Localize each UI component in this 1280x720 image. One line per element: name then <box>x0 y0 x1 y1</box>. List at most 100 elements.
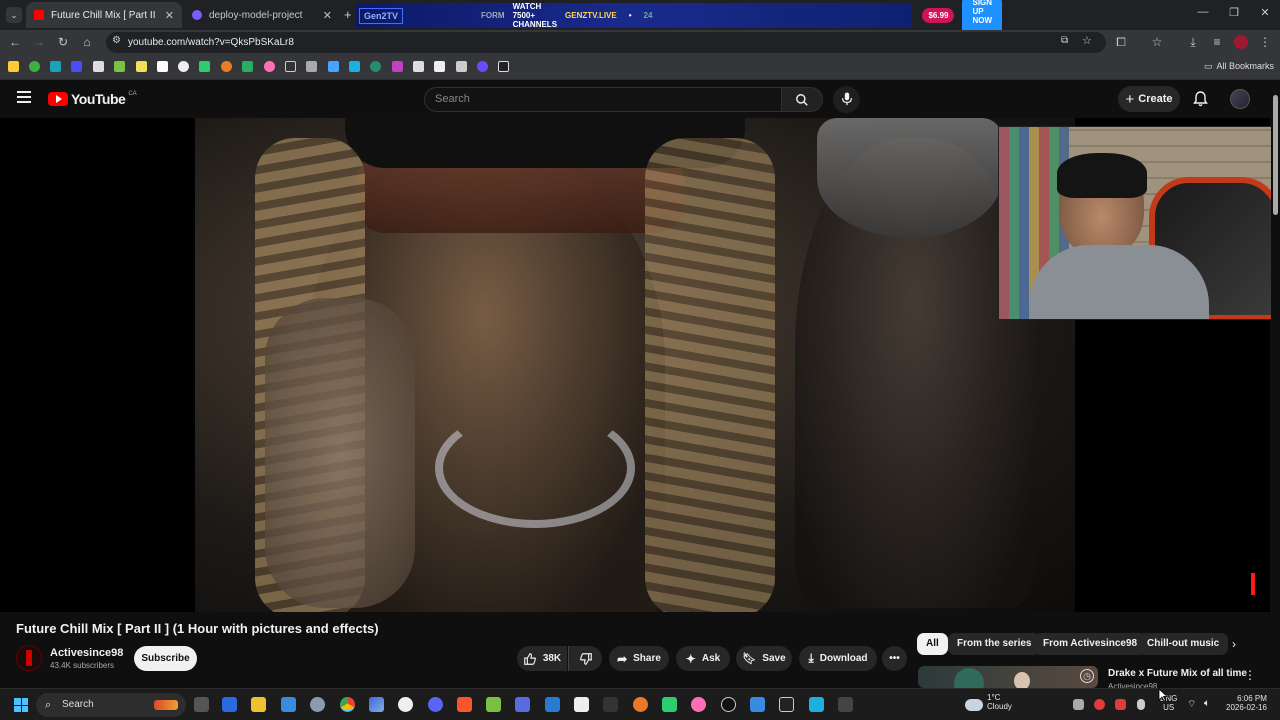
bookmark-icon[interactable] <box>498 61 509 72</box>
bookmark-icon[interactable] <box>392 61 403 72</box>
app-icon[interactable] <box>515 697 530 712</box>
bookmarks-icon[interactable]: ☆ <box>1150 35 1164 49</box>
bookmark-icon[interactable] <box>157 61 168 72</box>
volume-icon[interactable]: 🔈︎ <box>1204 698 1210 709</box>
back-icon[interactable]: ← <box>8 35 22 49</box>
bookmark-icon[interactable] <box>328 61 339 72</box>
chrome-icon[interactable] <box>340 697 355 712</box>
terminal-icon[interactable] <box>603 697 618 712</box>
video-frame[interactable] <box>195 118 1075 612</box>
recommended-thumbnail[interactable]: ◷ <box>918 666 1098 688</box>
app-icon[interactable] <box>691 697 706 712</box>
tab-search-button[interactable]: ⌄ <box>6 7 22 23</box>
taskbar-search-box[interactable]: ⌕ Search <box>36 693 186 717</box>
wifi-icon[interactable]: ⌔ <box>1187 698 1196 711</box>
watch-later-icon[interactable]: ◷ <box>1080 669 1094 683</box>
new-tab-button[interactable]: + <box>344 7 352 22</box>
app-icon[interactable] <box>633 697 648 712</box>
bookmark-icon[interactable] <box>349 61 360 72</box>
create-button[interactable]: + Create <box>1118 86 1180 112</box>
bookmark-icon[interactable] <box>114 61 125 72</box>
bookmark-icon[interactable] <box>199 61 210 72</box>
chips-next-chevron-icon[interactable]: › <box>1232 637 1236 651</box>
bookmark-icon[interactable] <box>29 61 40 72</box>
more-actions-button[interactable]: ••• <box>882 646 907 671</box>
task-view-icon[interactable] <box>194 697 209 712</box>
weather-widget[interactable]: 1°C Cloudy <box>965 693 1012 711</box>
bookmark-icon[interactable] <box>370 61 381 72</box>
chip-from-activesince98[interactable]: From Activesince98 <box>1034 633 1147 655</box>
search-button[interactable] <box>781 87 823 112</box>
github-icon[interactable] <box>398 697 413 712</box>
youtube-logo[interactable]: YouTube CA <box>48 91 137 107</box>
media-controls-icon[interactable]: ≡ <box>1210 35 1224 49</box>
close-tab-icon[interactable]: ✕ <box>165 9 174 22</box>
channel-avatar[interactable] <box>16 645 42 671</box>
recommended-video-title[interactable]: Drake x Future Mix of all time <box>1108 668 1247 679</box>
all-bookmarks-folder[interactable]: ▭ All Bookmarks <box>1204 61 1274 72</box>
chip-from-the-series[interactable]: From the series <box>948 633 1041 655</box>
forward-icon[interactable]: → <box>32 35 46 49</box>
app-icon[interactable] <box>222 697 237 712</box>
settings-icon[interactable] <box>310 697 325 712</box>
tab-deploy-model-project[interactable]: deploy-model-project ✕ <box>184 2 340 28</box>
app-icon[interactable] <box>662 697 677 712</box>
save-button[interactable]: 🔖︎ Save <box>736 646 792 671</box>
download-icon[interactable]: ⤓ <box>1186 35 1200 49</box>
bookmark-icon[interactable] <box>50 61 61 72</box>
reload-icon[interactable]: ↻ <box>56 35 70 49</box>
site-info-icon[interactable]: ⚙ <box>112 35 121 46</box>
scrollbar-thumb[interactable] <box>1273 95 1278 215</box>
home-icon[interactable]: ⌂ <box>80 35 94 49</box>
search-input[interactable]: Search <box>424 87 782 112</box>
app-icon[interactable] <box>809 697 824 712</box>
share-button[interactable]: ➦ Share <box>609 646 669 671</box>
bookmark-icon[interactable] <box>71 61 82 72</box>
bookmark-icon[interactable] <box>93 61 104 72</box>
windows-start-icon[interactable] <box>14 698 28 712</box>
bookmark-icon[interactable] <box>221 61 232 72</box>
file-explorer-icon[interactable] <box>251 697 266 712</box>
bookmark-icon[interactable] <box>242 61 253 72</box>
channel-name[interactable]: Activesince98 <box>50 647 123 659</box>
tray-icon[interactable] <box>1094 699 1105 710</box>
restore-window-icon[interactable]: ❐ <box>1219 6 1249 19</box>
notifications-bell-icon[interactable] <box>1193 91 1208 107</box>
bookmark-icon[interactable] <box>434 61 445 72</box>
webcam-overlay[interactable] <box>998 126 1280 320</box>
chip-all[interactable]: All <box>917 633 948 655</box>
minimize-window-icon[interactable]: — <box>1188 6 1218 18</box>
app-icon[interactable] <box>721 697 736 712</box>
bookmark-icon[interactable] <box>8 61 19 72</box>
app-icon[interactable] <box>838 697 853 712</box>
bookmark-icon[interactable] <box>413 61 424 72</box>
dislike-button[interactable] <box>568 646 602 671</box>
account-avatar[interactable] <box>1230 89 1250 109</box>
close-tab-icon[interactable]: ✕ <box>323 9 332 22</box>
tray-icon[interactable] <box>1115 699 1126 710</box>
like-button[interactable]: 38K <box>517 646 567 671</box>
system-clock[interactable]: 6:06 PM 2026-02-16 <box>1226 694 1267 712</box>
app-icon[interactable] <box>486 697 501 712</box>
discord-icon[interactable] <box>428 697 443 712</box>
app-icon[interactable] <box>574 697 589 712</box>
app-icon[interactable] <box>750 697 765 712</box>
app-icon[interactable] <box>779 697 794 712</box>
tab-future-chill-mix[interactable]: Future Chill Mix [ Part II ] (1 Hou ✕ <box>26 2 182 28</box>
bookmark-icon[interactable] <box>178 61 189 72</box>
extensions-icon[interactable]: ⧠ <box>1114 35 1128 49</box>
profile-icon[interactable] <box>1234 35 1248 49</box>
recommended-more-icon[interactable]: ⋮ <box>1244 668 1256 682</box>
app-icon[interactable] <box>369 697 384 712</box>
subscribe-button[interactable]: Subscribe <box>134 646 197 671</box>
store-icon[interactable] <box>281 697 296 712</box>
brave-icon[interactable] <box>457 697 472 712</box>
hamburger-menu-icon[interactable] <box>17 91 31 103</box>
chip-chill-out-music[interactable]: Chill-out music <box>1138 633 1229 655</box>
bookmark-icon[interactable] <box>136 61 147 72</box>
bookmark-icon[interactable] <box>264 61 275 72</box>
microphone-tray-icon[interactable] <box>1137 699 1145 710</box>
bookmark-icon[interactable] <box>477 61 488 72</box>
ad-banner[interactable]: Gen2TV FORM WATCH 7500+ CHANNELS GENZTV.… <box>355 0 1003 38</box>
bookmark-icon[interactable] <box>306 61 317 72</box>
